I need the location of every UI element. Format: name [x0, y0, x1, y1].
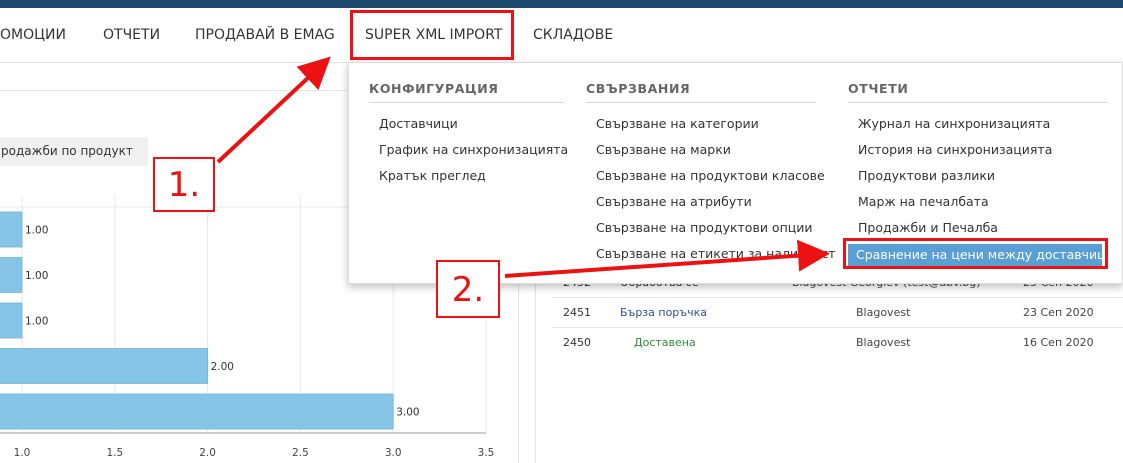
arrow-to-menu-link [504, 239, 830, 278]
step-badge-1: 1. [153, 157, 215, 212]
step-badge-2: 2. [436, 260, 500, 318]
annotation-arrows [216, 56, 830, 278]
arrow-to-nav [216, 56, 331, 164]
